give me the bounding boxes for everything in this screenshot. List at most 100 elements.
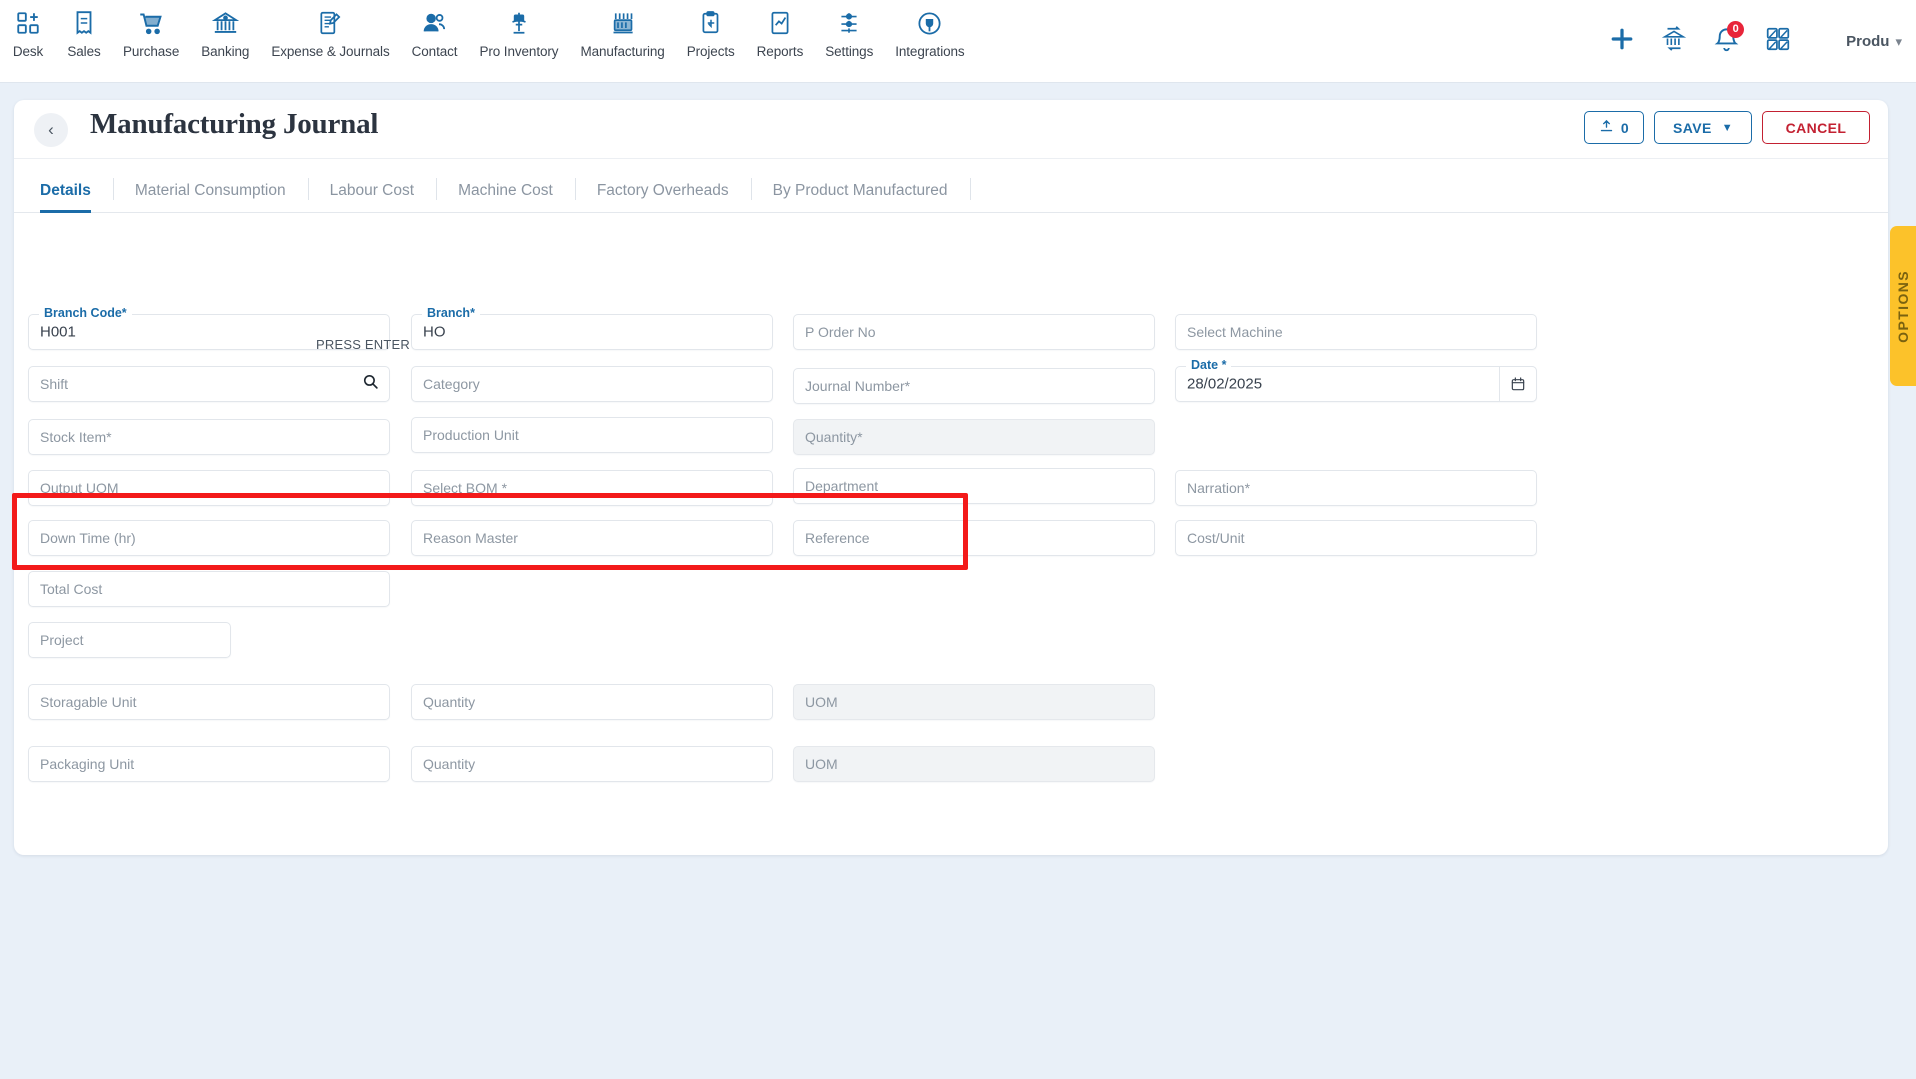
cancel-button[interactable]: CANCEL [1762,111,1870,144]
narration-placeholder: Narration* [1187,480,1251,496]
chevron-down-icon: ▾ [1895,33,1902,49]
down-time-field[interactable]: Down Time (hr) [28,520,390,556]
top-nav-actions: 0 Produ ▾ [1596,0,1902,83]
nav-label: Contact [411,44,458,59]
shopping-cart-icon [134,6,168,40]
desk-grid-plus-icon [11,6,45,40]
nav-item-integrations[interactable]: Integrations [884,6,975,59]
add-new-button[interactable] [1596,16,1648,68]
category-field[interactable]: Category [411,366,773,402]
tab-label: By Product Manufactured [772,181,948,199]
back-button[interactable]: ‹ [34,113,68,147]
people-icon [418,6,452,40]
packaging-quantity-field[interactable]: Quantity [411,746,773,782]
date-label: Date * [1186,358,1232,372]
storagable-uom-placeholder: UOM [805,694,838,710]
upload-count-label: 0 [1620,119,1629,136]
shift-field[interactable]: Shift [28,366,390,402]
cost-per-unit-field[interactable]: Cost/Unit [1175,520,1537,556]
nav-item-banking[interactable]: Banking [190,6,260,59]
tab-bar: Details Material Consumption Labour Cost… [14,169,1888,213]
nav-label: Purchase [123,44,180,59]
reason-master-placeholder: Reason Master [423,530,518,546]
packaging-uom-field[interactable]: UOM [793,746,1155,782]
nav-item-settings[interactable]: Settings [814,6,884,59]
storagable-uom-field[interactable]: UOM [793,684,1155,720]
nav-item-manufacturing[interactable]: Manufacturing [569,6,675,59]
packaging-unit-placeholder: Packaging Unit [40,756,135,772]
journal-number-placeholder: Journal Number* [805,378,911,394]
top-navigation-bar: Desk Sales Purchase Banking Expense & Jo… [0,0,1916,83]
total-cost-field[interactable]: Total Cost [28,571,390,607]
reason-master-field[interactable]: Reason Master [411,520,773,556]
bank-transfer-icon [1661,26,1687,57]
nav-label: Settings [825,44,874,59]
notebook-pen-icon [313,6,347,40]
storagable-unit-field[interactable]: Storagable Unit [28,684,390,720]
storagable-quantity-field[interactable]: Quantity [411,684,773,720]
department-field[interactable]: Department [793,468,1155,504]
card-header: ‹ Manufacturing Journal 0 SAVE ▼ CANCEL [14,100,1888,159]
packaging-unit-field[interactable]: Packaging Unit [28,746,390,782]
production-unit-field[interactable]: Production Unit [411,417,773,453]
project-field[interactable]: Project [28,622,231,658]
nav-item-desk[interactable]: Desk [0,6,56,59]
tab-details[interactable]: Details [40,169,113,213]
nav-label: Projects [686,44,735,59]
reference-field[interactable]: Reference [793,520,1155,556]
tab-label: Machine Cost [458,181,553,199]
tab-factory-overheads[interactable]: Factory Overheads [574,169,751,212]
nav-item-pro-inventory[interactable]: Pro Inventory [468,6,569,59]
tab-label: Details [40,181,91,199]
journal-number-field[interactable]: Journal Number* [793,368,1155,404]
nav-item-sales[interactable]: Sales [56,6,112,59]
narration-field[interactable]: Narration* [1175,470,1537,506]
nav-item-reports[interactable]: Reports [746,6,815,59]
notification-count-badge: 0 [1727,20,1745,38]
main-nav-items: Desk Sales Purchase Banking Expense & Jo… [0,6,976,59]
save-label: SAVE [1673,119,1712,136]
p-order-no-placeholder: P Order No [805,324,876,340]
cost-per-unit-placeholder: Cost/Unit [1187,530,1245,546]
tab-label: Labour Cost [329,181,415,199]
user-profile-menu[interactable]: Produ ▾ [1846,33,1902,50]
nav-item-projects[interactable]: Projects [676,6,746,59]
tab-by-product-manufactured[interactable]: By Product Manufactured [750,169,970,212]
select-bom-field[interactable]: Select BOM * [411,470,773,506]
packaging-quantity-placeholder: Quantity [423,756,476,772]
output-uom-field[interactable]: Output UOM [28,470,390,506]
apps-grid-button[interactable] [1752,16,1804,68]
stock-item-field[interactable]: Stock Item* [28,419,390,455]
output-uom-placeholder: Output UOM [40,480,119,496]
press-enter-hint: PRESS ENTER [316,337,410,352]
tab-machine-cost[interactable]: Machine Cost [436,169,575,212]
nav-label: Expense & Journals [271,44,390,59]
save-button[interactable]: SAVE ▼ [1654,111,1752,144]
upload-attachments-button[interactable]: 0 [1583,111,1644,144]
tab-material-consumption[interactable]: Material Consumption [112,169,308,212]
search-icon[interactable] [362,373,379,395]
nav-item-expense-journals[interactable]: Expense & Journals [260,6,400,59]
options-label: OPTIONS [1895,269,1911,343]
nav-label: Integrations [895,44,965,59]
plus-icon [1607,24,1637,59]
tab-labour-cost[interactable]: Labour Cost [307,169,436,212]
p-order-no-field[interactable]: P Order No [793,314,1155,350]
nav-item-contact[interactable]: Contact [401,6,469,59]
select-machine-field[interactable]: Select Machine [1175,314,1537,350]
branch-field[interactable]: Branch* HO [411,306,773,350]
sliders-icon [832,6,866,40]
notifications-button[interactable]: 0 [1700,16,1752,68]
bank-transfer-button[interactable] [1648,16,1700,68]
date-field[interactable]: Date * 28/02/2025 [1175,358,1537,402]
department-placeholder: Department [805,478,879,494]
chevron-left-icon: ‹ [48,120,54,139]
branch-value: HO [423,323,446,341]
user-name-label: Produ [1846,33,1890,50]
nav-item-purchase[interactable]: Purchase [112,6,190,59]
bank-icon [208,6,242,40]
branch-label: Branch* [422,306,480,320]
options-side-tab[interactable]: OPTIONS [1890,226,1916,386]
quantity-field[interactable]: Quantity* [793,419,1155,455]
calendar-icon[interactable] [1499,366,1537,402]
